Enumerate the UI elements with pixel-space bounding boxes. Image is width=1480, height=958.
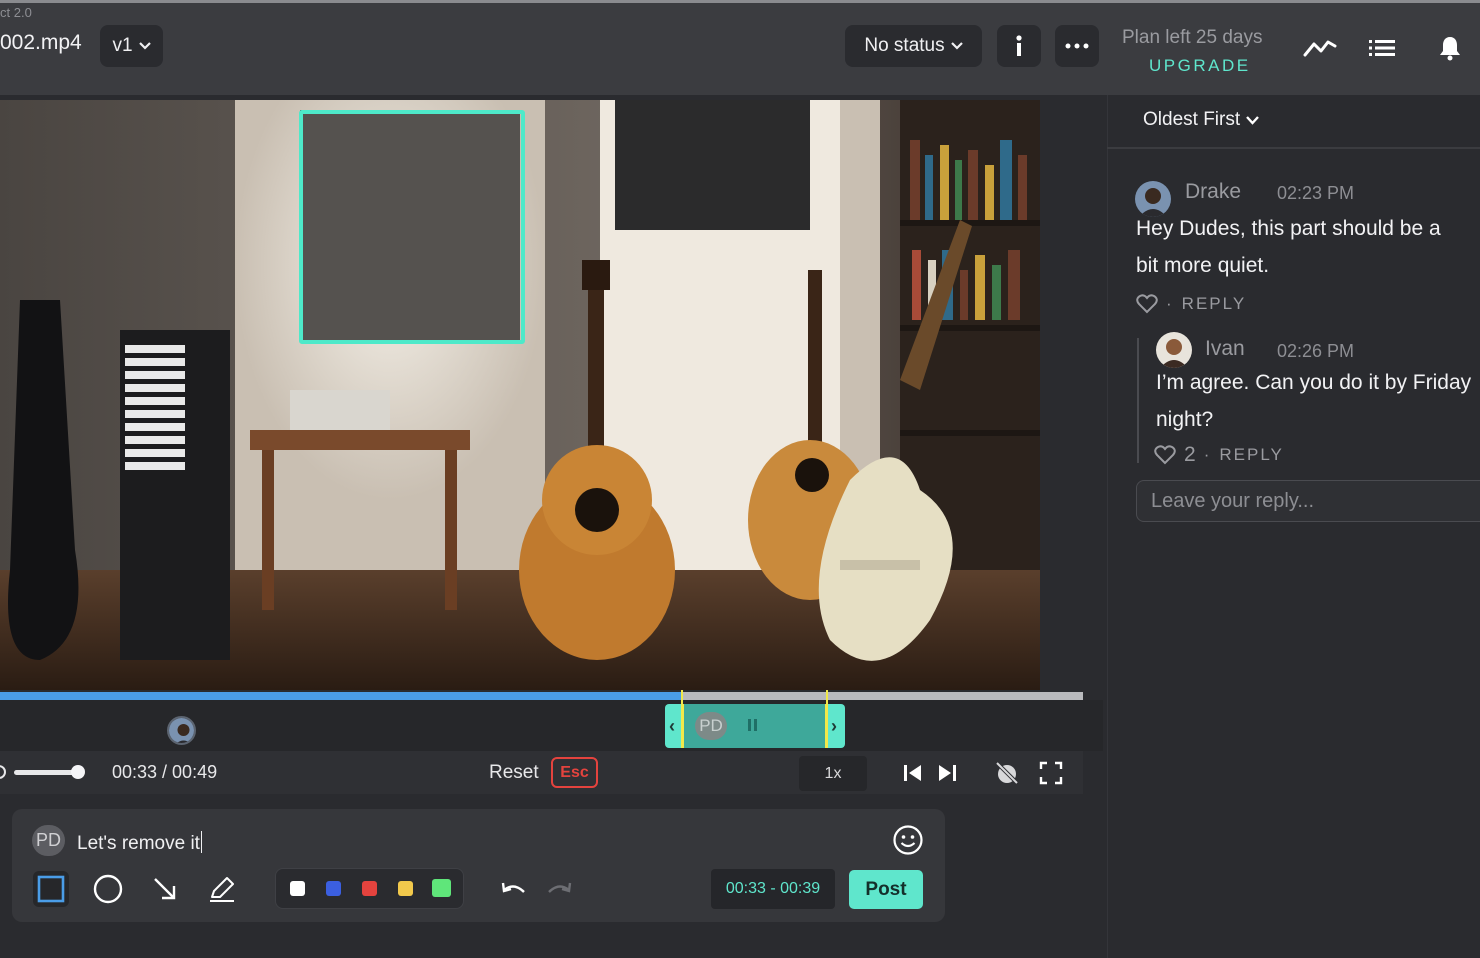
range-start-line — [681, 690, 683, 704]
panel-divider — [1107, 147, 1480, 149]
redo-icon — [548, 882, 572, 893]
comment-actions: · REPLY — [1136, 294, 1246, 314]
skip-forward-icon — [939, 765, 956, 781]
chevron-down-icon — [1246, 115, 1260, 125]
user-avatar: PD — [32, 825, 65, 856]
activity-button[interactable] — [1300, 28, 1340, 68]
timeline-comment-avatar[interactable] — [167, 716, 196, 745]
color-palette — [275, 868, 464, 909]
comment-timeline — [0, 700, 1103, 751]
fullscreen-button[interactable] — [1038, 760, 1064, 786]
version-dropdown[interactable]: v1 — [100, 25, 163, 67]
list-icon — [1369, 40, 1395, 56]
comment-author[interactable]: Ivan — [1205, 337, 1245, 361]
annotations-off-icon — [995, 761, 1019, 785]
pen-icon — [210, 877, 234, 902]
upgrade-link[interactable]: UPGRADE — [1149, 56, 1251, 76]
color-swatch-white[interactable] — [290, 881, 305, 896]
color-swatch-yellow[interactable] — [398, 881, 413, 896]
more-icon — [1065, 43, 1089, 49]
color-swatch-green[interactable] — [432, 879, 451, 897]
pen-tool[interactable] — [204, 871, 240, 907]
annotations-toggle-button[interactable] — [994, 760, 1020, 786]
undo-button[interactable] — [500, 876, 528, 902]
range-end-line — [826, 690, 828, 704]
redo-button[interactable] — [545, 876, 573, 902]
bell-icon — [1440, 37, 1460, 61]
range-avatar: PD — [695, 712, 727, 740]
undo-icon — [501, 882, 525, 893]
sort-label: Oldest First — [1143, 109, 1241, 130]
rectangle-tool[interactable] — [33, 871, 69, 907]
notifications-button[interactable] — [1430, 28, 1470, 68]
comment-avatar-ivan — [1156, 332, 1192, 368]
emoji-icon — [893, 825, 923, 855]
text-caret — [200, 831, 203, 853]
reply-button[interactable]: REPLY — [1219, 445, 1284, 465]
arrow-icon — [154, 878, 176, 900]
chevron-down-icon — [950, 42, 963, 50]
comment-author[interactable]: Drake — [1185, 180, 1241, 204]
comment-actions: 2 · REPLY — [1154, 443, 1284, 467]
comment-time: 02:26 PM — [1277, 341, 1355, 361]
plan-remaining-text: Plan left 25 days — [1122, 27, 1263, 48]
rectangle-icon — [37, 875, 65, 903]
fullscreen-icon — [1039, 761, 1063, 785]
comment-text-line: night? — [1156, 408, 1214, 431]
circle-icon — [93, 874, 123, 904]
range-right-handle-icon[interactable]: › — [831, 716, 837, 737]
avatar-image — [1156, 332, 1192, 368]
color-swatch-red[interactable] — [362, 881, 377, 896]
post-button[interactable]: Post — [849, 870, 923, 909]
volume-slider[interactable] — [14, 770, 78, 775]
like-count: 2 — [1184, 443, 1196, 466]
list-view-button[interactable] — [1362, 28, 1402, 68]
dot-separator: · — [1166, 294, 1174, 313]
file-name: 002.mp4 — [0, 31, 82, 54]
chevron-down-icon — [138, 42, 151, 50]
heart-icon[interactable] — [1154, 445, 1176, 465]
progress-fill — [0, 692, 682, 700]
comment-time: 02:23 PM — [1277, 183, 1355, 203]
arrow-tool[interactable] — [147, 871, 183, 907]
reply-input[interactable]: Leave your reply... — [1136, 480, 1480, 522]
skip-back-icon — [904, 765, 921, 781]
previous-frame-button[interactable] — [900, 760, 926, 786]
heart-icon[interactable] — [1136, 294, 1158, 314]
playback-time: 00:33 / 00:49 — [112, 762, 218, 782]
reset-button[interactable]: Reset — [489, 762, 539, 784]
reply-button[interactable]: REPLY — [1182, 294, 1247, 314]
reply-input-placeholder: Leave your reply... — [1151, 489, 1315, 512]
volume-slider-knob[interactable] — [71, 765, 85, 779]
thread-line — [1137, 338, 1139, 463]
project-breadcrumb[interactable]: ct 2.0 — [0, 5, 32, 20]
circle-tool[interactable] — [90, 871, 126, 907]
info-button[interactable] — [997, 25, 1041, 67]
comment-input[interactable]: Let's remove it — [77, 831, 203, 855]
esc-shortcut-badge: Esc — [551, 757, 598, 788]
dot-separator: · — [1203, 445, 1212, 464]
comment-input-text: Let's remove it — [77, 833, 200, 854]
annotation-rectangle[interactable] — [299, 110, 525, 344]
more-options-button[interactable] — [1055, 25, 1099, 67]
comment-text-line: I’m agree. Can you do it by Friday — [1156, 371, 1472, 394]
comment-range-time: 00:33 - 00:39 — [711, 869, 835, 909]
status-label: No status — [864, 35, 945, 56]
pause-icon[interactable] — [748, 719, 759, 731]
emoji-button[interactable] — [892, 824, 924, 856]
comment-text-line: Hey Dudes, this part should be a — [1136, 217, 1441, 240]
activity-icon — [1303, 40, 1337, 57]
version-label: v1 — [112, 35, 133, 56]
status-dropdown[interactable]: No status — [845, 25, 982, 67]
sort-dropdown[interactable]: Oldest First — [1143, 109, 1260, 131]
color-swatch-blue[interactable] — [326, 881, 341, 896]
range-left-handle-icon[interactable]: ‹ — [669, 716, 675, 737]
info-icon — [1016, 35, 1022, 56]
comment-text-line: bit more quiet. — [1136, 254, 1270, 277]
next-frame-button[interactable] — [934, 760, 960, 786]
playback-speed-button[interactable]: 1x — [799, 756, 867, 791]
